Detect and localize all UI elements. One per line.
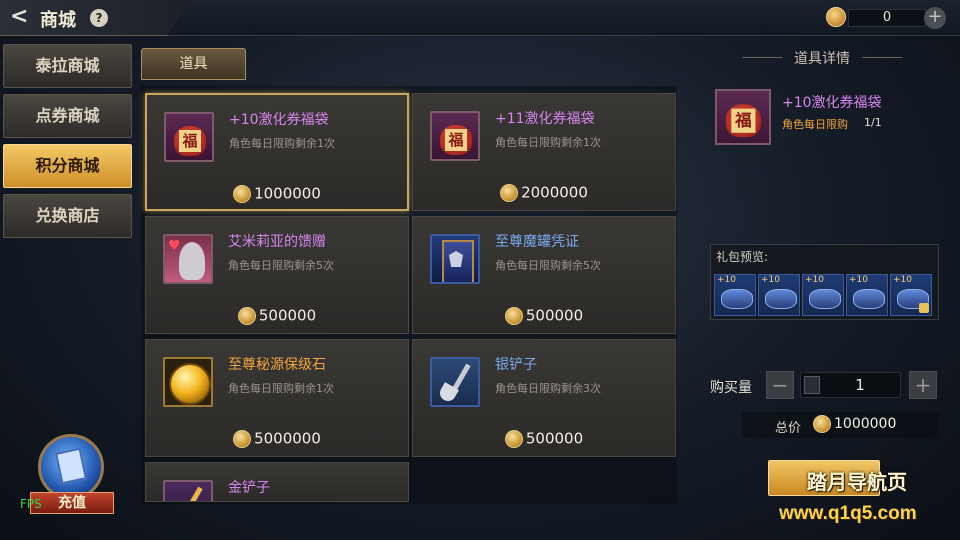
watermark-text: 踏月导航页 [807, 470, 907, 494]
item-limit: 角色每日限购剩余3次 [495, 382, 601, 395]
item-limit: 角色每日限购剩余1次 [228, 382, 334, 395]
character-portrait-icon [163, 234, 213, 284]
item-price: 1000000 [147, 183, 407, 205]
item-limit: 角色每日限购剩余1次 [495, 136, 601, 149]
item-name: 至尊秘源保级石 [228, 357, 326, 373]
coin-icon [813, 415, 831, 433]
item-name: +11激化券福袋 [495, 111, 595, 127]
tab-items[interactable]: 道具 [141, 48, 246, 80]
nav-coupon-shop[interactable]: 点券商城 [3, 94, 132, 138]
item-name: 至尊魔罐凭证 [495, 234, 579, 250]
item-name: +10激化券福袋 [229, 112, 329, 128]
preview-item[interactable]: +10 [758, 274, 800, 316]
item-card[interactable]: 至尊秘源保级石 角色每日限购剩余1次 5000000 [145, 339, 409, 457]
nav-terra-shop[interactable]: 泰拉商城 [3, 44, 132, 88]
item-name: 银铲子 [495, 357, 537, 373]
lucky-bag-icon [715, 89, 771, 145]
detail-item-name: +10激化券福袋 [782, 95, 882, 111]
lock-icon [919, 303, 929, 313]
golden-orb-icon [163, 357, 213, 407]
item-card[interactable]: 金铲子 [145, 462, 409, 502]
bundle-preview-label: 礼包预览: [716, 250, 769, 264]
quantity-plus-button[interactable]: + [909, 371, 937, 399]
coin-icon [233, 184, 252, 203]
coin-icon [504, 429, 523, 448]
fps-counter: FPS [20, 497, 42, 511]
total-price: 1000000 [813, 415, 896, 433]
detail-limit-count: 1/1 [864, 116, 882, 129]
quantity-label: 购买量 [710, 380, 752, 396]
item-limit: 角色每日限购剩余1次 [229, 137, 335, 150]
add-currency-button[interactable]: + [924, 7, 946, 29]
lucky-bag-icon [164, 112, 214, 162]
item-card[interactable]: +11激化券福袋 角色每日限购剩余1次 2000000 [412, 93, 676, 211]
coin-icon [500, 183, 519, 202]
coin-icon [504, 306, 523, 325]
item-price: 500000 [146, 305, 408, 327]
silver-shovel-icon [430, 357, 480, 407]
preview-item[interactable]: +10 [890, 274, 932, 316]
page-title: 商城 [40, 10, 76, 31]
coin-icon [233, 429, 252, 448]
detail-limit-label: 角色每日限购 [782, 118, 848, 131]
item-name: 金铲子 [228, 480, 270, 496]
item-card[interactable]: 银铲子 角色每日限购剩余3次 500000 [412, 339, 676, 457]
item-price: 2000000 [413, 182, 675, 204]
gold-shovel-icon [163, 480, 213, 501]
quantity-value: 1 [855, 376, 865, 394]
preview-item[interactable]: +10 [802, 274, 844, 316]
item-price: 500000 [413, 305, 675, 327]
detail-title: 道具详情 [742, 48, 902, 68]
total-price-label: 总价 [775, 421, 802, 436]
item-card[interactable]: 艾米莉亚的馈赠 角色每日限购剩余5次 500000 [145, 216, 409, 334]
nav-points-shop[interactable]: 积分商城 [3, 144, 132, 188]
lucky-bag-icon [430, 111, 480, 161]
item-limit: 角色每日限购剩余5次 [228, 259, 334, 272]
currency-display: 0 + [826, 7, 946, 29]
back-arrow-icon[interactable]: < [10, 6, 36, 30]
currency-value: 0 [882, 10, 892, 25]
preview-item[interactable]: +10 [714, 274, 756, 316]
coin-icon [237, 306, 256, 325]
item-name: 艾米莉亚的馈赠 [228, 234, 326, 250]
recharge-label: 充值 [58, 495, 86, 511]
points-coin-icon [826, 7, 846, 27]
calculator-icon[interactable] [804, 376, 820, 394]
question-icon[interactable]: ? [90, 9, 108, 27]
item-limit: 角色每日限购剩余5次 [495, 259, 601, 272]
top-bar: < 商城 ? 0 + [0, 0, 960, 36]
watermark-url: www.q1q5.com [779, 503, 917, 524]
item-card[interactable]: +10激化券福袋 角色每日限购剩余1次 1000000 [145, 93, 409, 211]
nav-exchange-shop[interactable]: 兑换商店 [3, 194, 132, 238]
item-price: 500000 [413, 428, 675, 450]
preview-item[interactable]: +10 [846, 274, 888, 316]
item-card[interactable]: 至尊魔罐凭证 角色每日限购剩余5次 500000 [412, 216, 676, 334]
magic-card-icon [430, 234, 480, 284]
item-price: 5000000 [146, 428, 408, 450]
quantity-minus-button[interactable]: − [766, 371, 794, 399]
